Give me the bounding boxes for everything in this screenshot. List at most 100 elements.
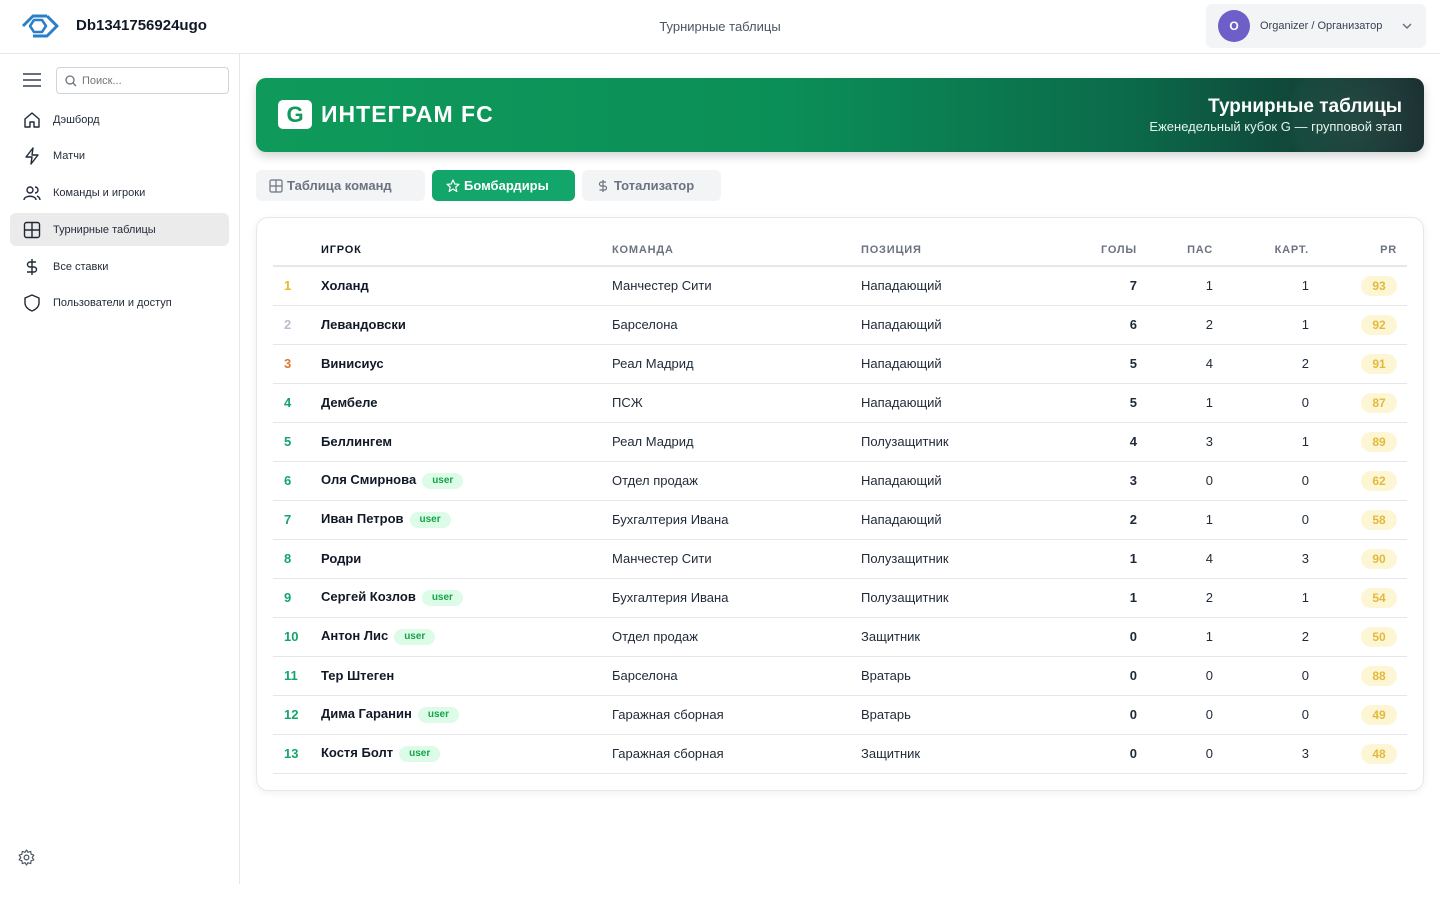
goals-cell: 2 [1061, 500, 1137, 540]
team-cell: ПСЖ [612, 383, 861, 423]
cards-cell: 0 [1213, 500, 1309, 540]
top-bar: Db1341756924ugo Турнирные таблицы O Orga… [0, 0, 1440, 54]
cards-cell: 2 [1213, 344, 1309, 384]
sidebar-item-dashboard[interactable]: Дэшборд [10, 103, 229, 136]
rank-cell: 11 [273, 656, 321, 696]
goals-cell: 4 [1061, 422, 1137, 462]
sidebar-item-bets[interactable]: Все ставки [10, 250, 229, 283]
assists-cell: 4 [1137, 344, 1213, 384]
player-cell[interactable]: Дима Гаранин user [321, 695, 612, 735]
user-menu-button[interactable]: O Organizer / Организатор [1206, 4, 1426, 48]
header-team[interactable]: КОМАНДА [612, 234, 861, 267]
sidebar-item-teams[interactable]: Команды и игроки [10, 177, 229, 210]
sidebar-item-matches[interactable]: Матчи [10, 140, 229, 173]
table-row[interactable]: 3 Винисиус Реал Мадрид Нападающий 5 4 2 91 [273, 344, 1407, 384]
team-cell: Гаражная сборная [612, 695, 861, 735]
pr-badge: 92 [1361, 314, 1397, 335]
sidebar-item-label: Пользователи и доступ [53, 297, 172, 310]
gear-icon[interactable] [18, 849, 35, 866]
player-cell[interactable]: Иван Петров user [321, 500, 612, 540]
user-badge: user [399, 746, 441, 762]
scorers-table: ИГРОК КОМАНДА ПОЗИЦИЯ ГОЛЫ ПАС КАРТ. PR … [273, 234, 1407, 774]
goals-cell: 5 [1061, 383, 1137, 423]
cards-cell: 1 [1213, 578, 1309, 618]
home-icon [24, 111, 40, 128]
team-cell: Барселона [612, 305, 861, 345]
cards-cell: 3 [1213, 539, 1309, 579]
pr-badge: 90 [1361, 548, 1397, 569]
rank-cell: 6 [273, 461, 321, 501]
table-row[interactable]: 4 Дембеле ПСЖ Нападающий 5 1 0 87 [273, 383, 1407, 423]
position-cell: Вратарь [861, 656, 1061, 696]
header-goals[interactable]: ГОЛЫ [1061, 234, 1137, 267]
tab-scorers[interactable]: Бомбардиры [432, 170, 575, 201]
header-position[interactable]: ПОЗИЦИЯ [861, 234, 1061, 267]
tournament-banner: G ИНТЕГРАМ FC Турнирные таблицы Еженедел… [256, 78, 1424, 152]
pr-cell: 48 [1309, 734, 1407, 774]
banner-subtitle: Еженедельный кубок G — групповой этап [1149, 119, 1402, 134]
cards-cell: 0 [1213, 656, 1309, 696]
pr-cell: 62 [1309, 461, 1407, 501]
table-row[interactable]: 10 Антон Лис user Отдел продаж Защитник 0 1 2 50 [273, 617, 1407, 657]
table-icon [269, 178, 283, 193]
player-cell[interactable]: Дембеле [321, 383, 612, 423]
player-cell[interactable]: Холанд [321, 266, 612, 306]
table-row[interactable]: 13 Костя Болт user Гаражная сборная Защитник… [273, 734, 1407, 774]
header-player[interactable]: ИГРОК [321, 234, 612, 267]
pr-cell: 54 [1309, 578, 1407, 618]
assists-cell: 1 [1137, 383, 1213, 423]
sidebar-item-users[interactable]: Пользователи и доступ [10, 287, 229, 320]
player-cell[interactable]: Оля Смирнова user [321, 461, 612, 501]
player-cell[interactable]: Родри [321, 539, 612, 579]
rank-cell: 3 [273, 344, 321, 384]
menu-icon[interactable] [22, 72, 42, 88]
position-cell: Полузащитник [861, 539, 1061, 579]
rank-cell: 12 [273, 695, 321, 735]
header-assists[interactable]: ПАС [1137, 234, 1213, 267]
assists-cell: 2 [1137, 578, 1213, 618]
goals-cell: 1 [1061, 539, 1137, 579]
player-cell[interactable]: Беллингем [321, 422, 612, 462]
header-cards[interactable]: КАРТ. [1213, 234, 1309, 267]
rank-cell: 8 [273, 539, 321, 579]
header-rank [273, 234, 321, 267]
table-row[interactable]: 6 Оля Смирнова user Отдел продаж Нападающий 3… [273, 461, 1407, 501]
scorers-card: ИГРОК КОМАНДА ПОЗИЦИЯ ГОЛЫ ПАС КАРТ. PR … [256, 217, 1424, 791]
table-row[interactable]: 9 Сергей Козлов user Бухгалтерия Ивана Полуз… [273, 578, 1407, 618]
cards-cell: 1 [1213, 266, 1309, 306]
player-cell[interactable]: Костя Болт user [321, 734, 612, 774]
rank-cell: 2 [273, 305, 321, 345]
goals-cell: 0 [1061, 656, 1137, 696]
player-cell[interactable]: Тер Штеген [321, 656, 612, 696]
search-box[interactable] [56, 67, 229, 94]
header-pr[interactable]: PR [1309, 234, 1407, 267]
player-cell[interactable]: Сергей Козлов user [321, 578, 612, 618]
table-row[interactable]: 2 Левандовски Барселона Нападающий 6 2 1 92 [273, 305, 1407, 345]
assists-cell: 1 [1137, 500, 1213, 540]
search-input[interactable] [82, 74, 222, 87]
table-row[interactable]: 1 Холанд Манчестер Сити Нападающий 7 1 1 93 [273, 266, 1407, 306]
player-cell[interactable]: Винисиус [321, 344, 612, 384]
sidebar-item-label: Турнирные таблицы [53, 223, 156, 236]
pr-badge: 58 [1361, 509, 1397, 530]
pr-cell: 88 [1309, 656, 1407, 696]
pr-cell: 89 [1309, 422, 1407, 462]
player-name: Холанд [321, 278, 369, 294]
player-cell[interactable]: Антон Лис user [321, 617, 612, 657]
pr-cell: 90 [1309, 539, 1407, 579]
player-cell[interactable]: Левандовски [321, 305, 612, 345]
table-row[interactable]: 11 Тер Штеген Барселона Вратарь 0 0 0 88 [273, 656, 1407, 696]
table-row[interactable]: 8 Родри Манчестер Сити Полузащитник 1 4 3 90 [273, 539, 1407, 579]
sidebar-item-standings[interactable]: Турнирные таблицы [10, 213, 229, 247]
rank-cell: 5 [273, 422, 321, 462]
table-row[interactable]: 5 Беллингем Реал Мадрид Полузащитник 4 3 1 89 [273, 422, 1407, 462]
table-row[interactable]: 12 Дима Гаранин user Гаражная сборная Вратар… [273, 695, 1407, 735]
tab-label: Тотализатор [614, 178, 695, 193]
position-cell: Полузащитник [861, 578, 1061, 618]
table-row[interactable]: 7 Иван Петров user Бухгалтерия Ивана Нападаю… [273, 500, 1407, 540]
player-name: Оля Смирнова [321, 472, 417, 487]
tab-team-table[interactable]: Таблица команд [256, 170, 425, 201]
table-header-row: ИГРОК КОМАНДА ПОЗИЦИЯ ГОЛЫ ПАС КАРТ. PR [273, 234, 1407, 267]
tab-betting[interactable]: Тотализатор [582, 170, 721, 201]
goals-cell: 6 [1061, 305, 1137, 345]
